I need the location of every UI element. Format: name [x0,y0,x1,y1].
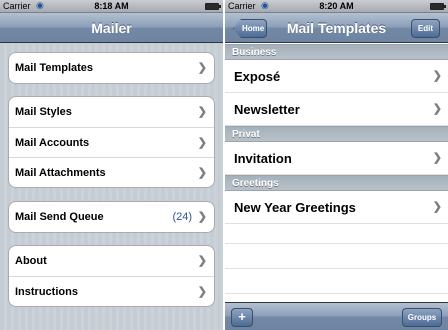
menu-item-mail-templates[interactable]: Mail Templates ❯ [9,53,214,83]
table-group: About ❯ Instructions ❯ [8,245,215,307]
chevron-right-icon: ❯ [197,255,207,267]
list-item-label: Exposé [234,69,281,84]
menu-item-label: Mail Attachments [15,167,106,179]
menu-item-label: Mail Styles [15,106,72,118]
menu-item-about[interactable]: About ❯ [9,246,214,276]
battery-icon [430,3,446,10]
menu-item-instructions[interactable]: Instructions ❯ [9,276,214,306]
list-item-label: Newsletter [234,102,300,117]
chevron-right-icon: ❯ [432,70,442,82]
list-item[interactable]: New Year Greetings ❯ [225,191,448,224]
menu-item-mail-accounts[interactable]: Mail Accounts ❯ [9,127,214,157]
settings-table: Mail Templates ❯ Mail Styles ❯ Mail Acco… [0,44,223,330]
menu-item-label: Mail Send Queue [15,211,104,223]
chevron-right-icon: ❯ [197,137,207,149]
status-bar: Carrier ◉ 8:20 AM [225,0,448,13]
menu-item-label: Mail Accounts [15,137,90,149]
status-bar: Carrier ◉ 8:18 AM [0,0,223,13]
section-header: Greetings [225,175,448,191]
mailer-screen: Carrier ◉ 8:18 AM Mailer Mail Templates … [0,0,223,330]
edit-button[interactable]: Edit [410,19,440,38]
table-group: Mail Send Queue (24) ❯ [8,201,215,233]
navigation-bar: Mailer [0,13,223,43]
plus-icon: + [238,309,246,324]
status-time: 8:20 AM [319,1,354,11]
list-item[interactable]: Newsletter ❯ [225,93,448,126]
templates-table: Business Exposé ❯ Newsletter ❯ Privat In… [225,44,448,302]
section-header: Business [225,44,448,60]
chevron-right-icon: ❯ [432,103,442,115]
status-time: 8:18 AM [94,1,129,11]
list-item[interactable]: Invitation ❯ [225,142,448,175]
menu-item-mail-send-queue[interactable]: Mail Send Queue (24) ❯ [9,202,214,232]
menu-item-label: Instructions [15,286,78,298]
page-title: Mailer [91,20,132,36]
chevron-right-icon: ❯ [197,106,207,118]
chevron-right-icon: ❯ [197,62,207,74]
list-item-label: Invitation [234,151,292,166]
chevron-right-icon: ❯ [197,286,207,298]
navigation-bar: Home Mail Templates Edit [225,13,448,43]
list-item[interactable]: Exposé ❯ [225,60,448,93]
chevron-right-icon: ❯ [197,211,207,223]
battery-icon [205,3,221,10]
table-group: Mail Styles ❯ Mail Accounts ❯ Mail Attac… [8,96,215,188]
add-button[interactable]: + [231,308,253,327]
mail-templates-screen: Carrier ◉ 8:20 AM Home Mail Templates Ed… [225,0,448,330]
bottom-toolbar: + Groups [225,302,448,330]
list-item-label: New Year Greetings [234,200,356,215]
menu-item-mail-styles[interactable]: Mail Styles ❯ [9,97,214,127]
chevron-right-icon: ❯ [197,167,207,179]
chevron-right-icon: ❯ [432,152,442,164]
groups-button[interactable]: Groups [402,308,442,327]
table-group: Mail Templates ❯ [8,52,215,84]
section-header: Privat [225,126,448,142]
menu-item-label: About [15,255,47,267]
menu-item-label: Mail Templates [15,62,94,74]
chevron-right-icon: ❯ [432,201,442,213]
queue-count-badge: (24) [172,211,192,223]
menu-item-mail-attachments[interactable]: Mail Attachments ❯ [9,157,214,187]
